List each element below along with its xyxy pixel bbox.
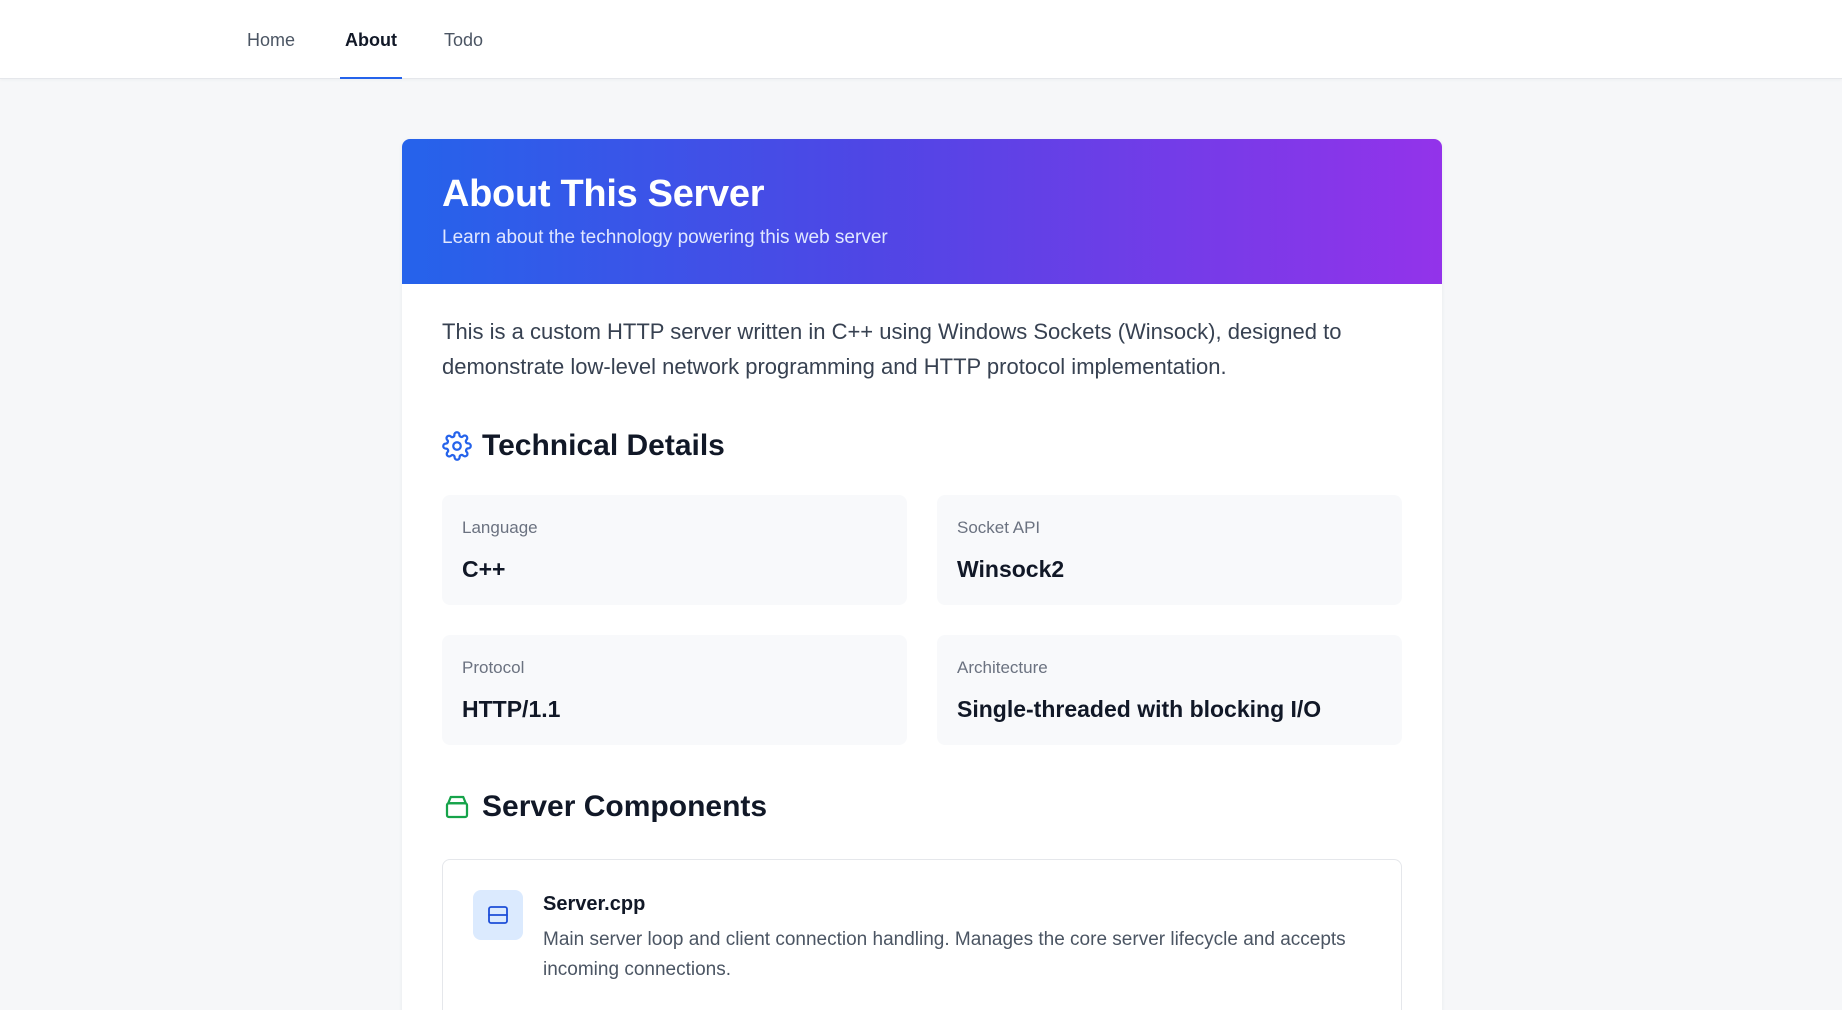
server-icon (473, 890, 523, 940)
technical-details-heading: Technical Details (442, 428, 1402, 464)
component-body: Server.cpp Main server loop and client c… (543, 890, 1373, 985)
detail-value: Winsock2 (957, 556, 1065, 582)
server-components-heading: Server Components (442, 789, 1402, 825)
technical-details-grid: Language C++ Socket API Winsock2 Protoco… (442, 495, 1402, 745)
detail-label: Protocol (462, 658, 525, 677)
box-icon (442, 792, 472, 822)
detail-label: Language (462, 518, 538, 537)
detail-architecture: Architecture Single-threaded with blocki… (937, 635, 1402, 745)
gear-icon (442, 431, 472, 461)
page-subtitle: Learn about the technology powering this… (442, 227, 888, 248)
component-name: Server.cpp (543, 893, 646, 915)
detail-label: Architecture (957, 658, 1048, 677)
technical-details-title: Technical Details (482, 429, 725, 462)
hero-banner: About This Server Learn about the techno… (402, 139, 1442, 284)
nav-link-about[interactable]: About (340, 0, 402, 79)
detail-label: Socket API (957, 518, 1041, 537)
component-description: Main server loop and client connection h… (543, 929, 1346, 980)
detail-socket-api: Socket API Winsock2 (937, 495, 1402, 605)
detail-value: Single-threaded with blocking I/O (957, 696, 1322, 722)
nav-link-todo[interactable]: Todo (444, 0, 483, 79)
top-navigation: Home About Todo (0, 0, 1842, 79)
detail-protocol: Protocol HTTP/1.1 (442, 635, 907, 745)
nav-link-home[interactable]: Home (247, 0, 295, 79)
intro-paragraph: This is a custom HTTP server written in … (442, 319, 1342, 379)
detail-value: C++ (462, 556, 506, 582)
page-title: About This Server (442, 173, 765, 215)
detail-value: HTTP/1.1 (462, 696, 561, 722)
component-card-server: Server.cpp Main server loop and client c… (442, 859, 1402, 1010)
server-components-title: Server Components (482, 790, 768, 823)
about-content: This is a custom HTTP server written in … (402, 284, 1442, 1010)
about-card: About This Server Learn about the techno… (402, 139, 1442, 1010)
detail-language: Language C++ (442, 495, 907, 605)
